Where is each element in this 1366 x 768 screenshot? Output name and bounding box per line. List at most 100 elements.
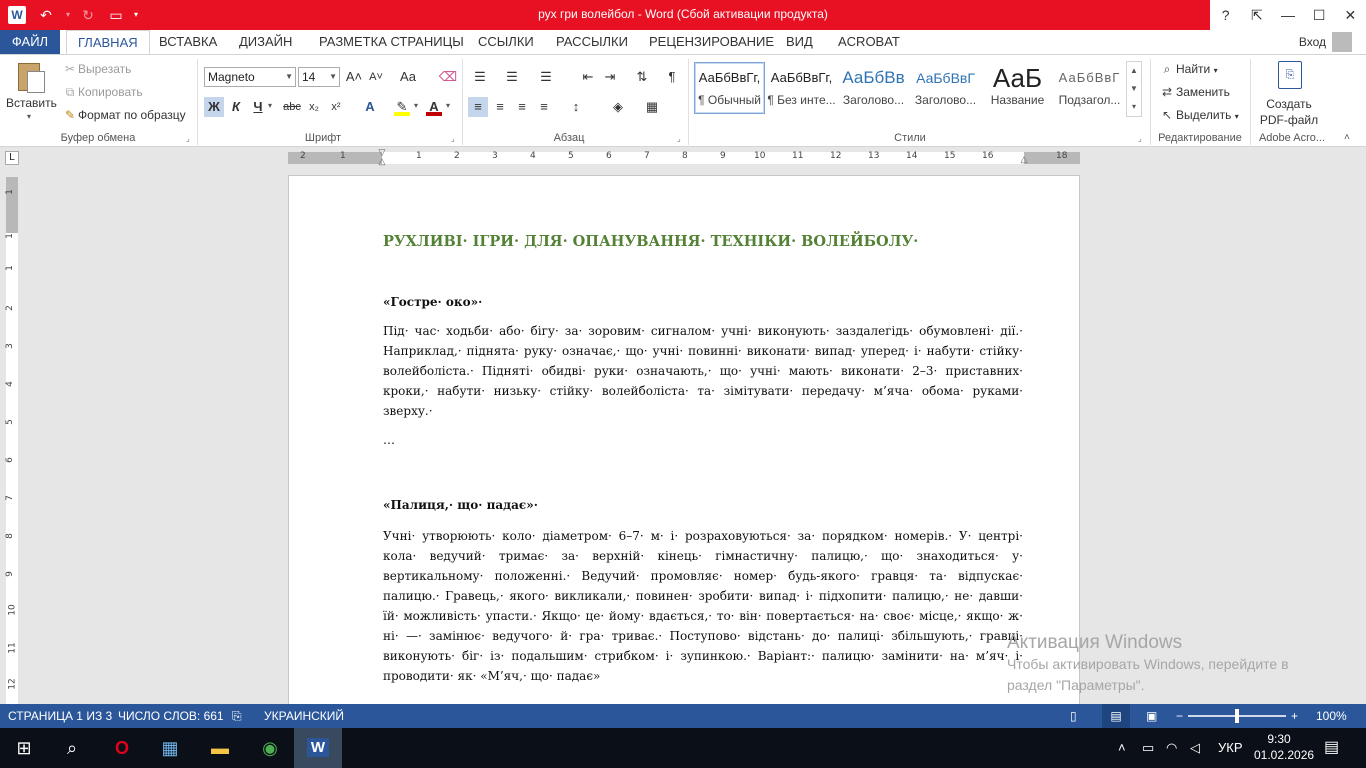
redo-icon[interactable]: ↻ [78,5,98,25]
chevron-down-icon[interactable]: ▾ [446,101,450,110]
create-pdf-button[interactable]: Создать PDF-файл [1252,96,1326,128]
search-icon[interactable]: ⌕ [48,728,96,768]
opera-icon[interactable]: O [98,728,146,768]
right-indent-marker-icon[interactable]: △ [1019,155,1029,164]
undo-dropdown-icon[interactable]: ▾ [58,5,78,25]
zoom-slider-thumb[interactable] [1235,709,1239,723]
section-title[interactable]: «Гостре· око»· [383,292,1023,312]
format-painter-button[interactable]: ✎ Формат по образцу [62,108,186,122]
increase-indent-icon[interactable]: ⇥ [600,67,620,87]
word-icon[interactable]: W [8,6,26,24]
sign-in-label[interactable]: Вход [1299,30,1326,54]
select-button[interactable]: ↖ Выделить ▾ [1158,108,1239,122]
collapse-ribbon-icon[interactable]: ˄ [1344,132,1350,143]
sign-in[interactable]: Вход [1299,30,1352,54]
bullets-icon[interactable]: ☰ [470,67,490,87]
multilevel-list-icon[interactable]: ☰ [536,67,556,87]
tab-view[interactable]: ВИД [775,30,824,54]
line-spacing-icon[interactable]: ↕ [566,97,586,117]
underline-button[interactable]: Ч [248,97,268,117]
chevron-down-icon[interactable]: ▼ [285,68,293,86]
file-explorer-icon[interactable]: ▬ [196,728,244,768]
chrome-icon[interactable]: ◉ [246,728,294,768]
read-mode-icon[interactable]: ▯ [1070,709,1077,723]
cut-button[interactable]: ✂ Вырезать [62,62,131,76]
style-subtitle[interactable]: АаБбВвГ Подзагол... [1054,62,1125,114]
battery-icon[interactable]: ▭ [1142,728,1154,768]
clipboard-launcher-icon[interactable]: ⌟ [186,134,190,143]
tab-mailings[interactable]: РАССЫЛКИ [545,30,639,54]
print-layout-icon[interactable]: ▤ [1102,704,1130,728]
style-title[interactable]: АаБ Название [982,62,1053,114]
change-case-button[interactable]: Aa [394,67,422,87]
keyboard-language[interactable]: УКР [1218,728,1243,768]
tab-acrobat[interactable]: ACROBAT [827,30,911,54]
paste-dropdown-icon[interactable]: ▾ [27,112,31,121]
page-count[interactable]: СТРАНИЦА 1 ИЗ 3 [8,709,112,723]
style-normal[interactable]: АаБбВвГг, ¶ Обычный [694,62,765,114]
paste-icon[interactable] [14,61,48,97]
volume-icon[interactable]: ◁ [1190,728,1200,768]
copy-button[interactable]: ⧉ Копировать [62,85,143,100]
language-indicator[interactable]: УКРАИНСКИЙ [264,709,344,723]
minimize-button[interactable]: — [1272,0,1303,30]
find-button[interactable]: ⌕ Найти ▾ [1158,62,1218,77]
zoom-in-icon[interactable]: + [1291,709,1298,723]
ellipsis[interactable]: … [383,430,1023,450]
tab-insert[interactable]: ВСТАВКА [148,30,228,54]
grow-font-button[interactable]: A˄ [344,67,364,87]
word-count[interactable]: ЧИСЛО СЛОВ: 661 [118,709,224,723]
word-taskbar-icon[interactable]: W [294,728,342,768]
open-folder-icon[interactable]: ▭ [106,5,126,25]
styles-launcher-icon[interactable]: ⌟ [1138,134,1142,143]
windows-start-icon[interactable]: ⊞ [0,728,48,768]
strikethrough-button[interactable]: abc [282,97,302,117]
proofing-icon[interactable]: ⎘ [232,709,242,724]
tab-file[interactable]: ФАЙЛ [0,30,60,54]
chevron-down-icon[interactable]: ▾ [268,101,272,110]
section-paragraph[interactable]: Під· час· ходьби· або· бігу· за· зоровим… [383,321,1023,421]
chevron-down-icon[interactable]: ▼ [329,68,337,86]
maximize-button[interactable]: ☐ [1304,0,1335,30]
bold-button[interactable]: Ж [204,97,224,117]
section-title[interactable]: «Палиця,· що· падає»· [383,495,1023,515]
replace-button[interactable]: ⇄ Заменить [1158,85,1230,99]
zoom-out-icon[interactable]: − [1176,709,1183,723]
align-left-icon[interactable]: ≡ [468,97,488,117]
indent-marker-icon[interactable]: ▽ △ [377,148,387,166]
align-right-icon[interactable]: ≡ [512,97,532,117]
align-center-icon[interactable]: ≡ [490,97,510,117]
horizontal-ruler[interactable]: 2 1 1 2 3 4 5 6 7 8 9 10 11 12 13 14 15 … [288,148,1080,166]
show-marks-icon[interactable]: ¶ [662,67,682,87]
style-heading-1[interactable]: АаБбВв Заголово... [838,62,909,114]
vertical-ruler[interactable]: 1 1 1 2 3 4 5 6 7 8 9 10 11 12 [5,177,18,704]
subscript-button[interactable]: x₂ [304,97,324,117]
font-name-value[interactable]: Magneto [208,70,255,84]
borders-icon[interactable]: ▦ [642,97,662,117]
font-name-combo[interactable]: Magneto ▼ [204,67,296,87]
avatar-icon[interactable] [1332,32,1352,52]
decrease-indent-icon[interactable]: ⇤ [578,67,598,87]
shading-icon[interactable]: ◈ [608,97,628,117]
text-effects-icon[interactable]: A [360,97,380,117]
section-paragraph[interactable]: Учні· утворюють· коло· діаметром· 6–7· м… [383,526,1023,686]
document-heading[interactable]: РУХЛИВІ· ІГРИ· ДЛЯ· ОПАНУВАННЯ· ТЕХНІКИ·… [383,232,1023,252]
paragraph-launcher-icon[interactable]: ⌟ [677,134,681,143]
ribbon-display-options-button[interactable]: ⇱ [1241,0,1272,30]
shrink-font-button[interactable]: A˅ [366,67,386,87]
tab-selector[interactable]: L [5,151,19,165]
font-size-combo[interactable]: 14 ▼ [298,67,340,87]
paste-button[interactable]: Вставить [6,96,57,110]
style-heading-2[interactable]: АаБбВвГ Заголово... [910,62,981,114]
italic-button[interactable]: К [226,97,246,117]
styles-scroll[interactable]: ▲ ▼ ▾ [1126,61,1142,117]
help-button[interactable]: ? [1210,0,1241,30]
style-no-spacing[interactable]: АаБбВвГг, ¶ Без инте... [766,62,837,114]
tab-page-layout[interactable]: РАЗМЕТКА СТРАНИЦЫ [308,30,475,54]
notifications-icon[interactable]: ▤ [1324,728,1339,768]
font-launcher-icon[interactable]: ⌟ [451,134,455,143]
numbering-icon[interactable]: ☰ [502,67,522,87]
undo-icon[interactable]: ↶ [36,5,56,25]
sort-icon[interactable]: ⇅ [632,67,652,87]
pdf-icon[interactable]: ⎘ [1278,61,1302,89]
